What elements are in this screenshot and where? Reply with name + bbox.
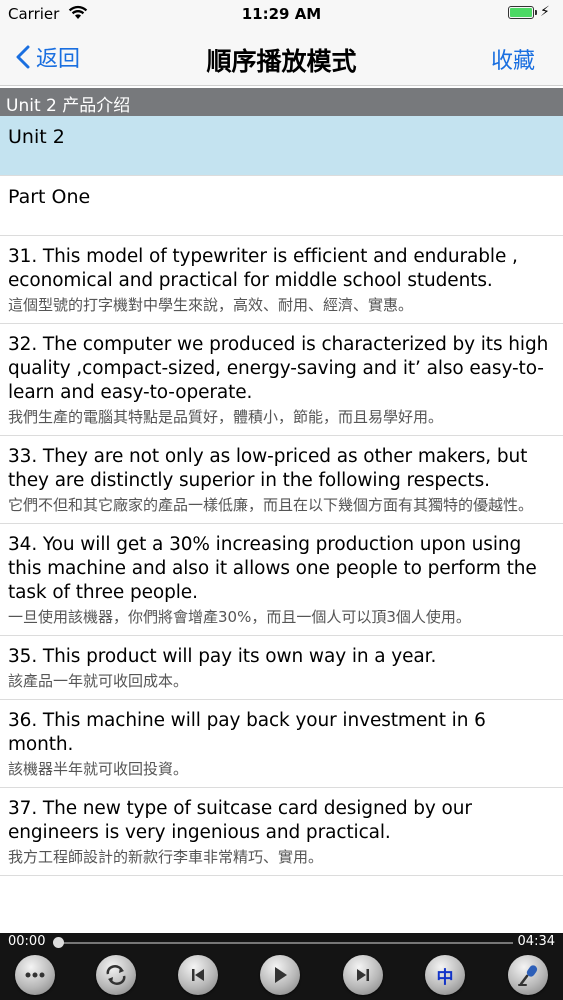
english-sentence: 37. The new type of suitcase card design… (8, 798, 472, 843)
record-button[interactable] (508, 955, 548, 995)
sentence-row[interactable]: 37. The new type of suitcase card design… (0, 788, 563, 876)
chinese-translation: 它們不但和其它廠家的產品一樣低廉，而且在以下幾個方面有其獨特的優越性。 (8, 496, 534, 514)
audio-player: 00:00 04:34 中 (0, 933, 563, 1000)
play-icon (275, 967, 287, 983)
english-sentence: 31. This model of typewriter is efficien… (8, 246, 518, 291)
chinese-translation: 該機器半年就可收回投資。 (8, 760, 189, 778)
charging-icon: ⚡ (540, 4, 550, 20)
previous-button[interactable] (178, 955, 218, 995)
section-header: Unit 2 产品介绍 (0, 88, 563, 116)
next-button[interactable] (343, 955, 383, 995)
english-sentence: 35. This product will pay its own way in… (8, 646, 437, 667)
chinese-translation: 該產品一年就可收回成本。 (8, 672, 189, 690)
play-button[interactable] (260, 955, 300, 995)
english-sentence: 33. They are not only as low-priced as o… (8, 446, 528, 491)
chinese-translation: 一旦使用該機器，你們將會增產30%，而且一個人可以頂3個人使用。 (8, 608, 471, 626)
chinese-translation: 我方工程師設計的新款行李車非常精巧、實用。 (8, 848, 324, 866)
more-icon (25, 972, 45, 978)
sentence-row[interactable]: 31. This model of typewriter is efficien… (0, 236, 563, 324)
progress-track[interactable] (58, 942, 513, 944)
list-header-item[interactable]: Part One (0, 176, 563, 236)
more-button[interactable] (15, 955, 55, 995)
sentence-row[interactable]: 33. They are not only as low-priced as o… (0, 436, 563, 524)
sentence-row[interactable]: 35. This product will pay its own way in… (0, 636, 563, 700)
battery-nub (535, 10, 537, 15)
battery-icon (508, 6, 534, 19)
loop-icon (106, 965, 126, 985)
total-time: 04:34 (517, 934, 555, 949)
sentence-row[interactable]: 34. You will get a 30% increasing produc… (0, 524, 563, 636)
row-title: Unit 2 (8, 126, 65, 148)
progress-thumb[interactable] (53, 937, 64, 948)
sentence-row[interactable]: 36. This machine will pay back your inve… (0, 700, 563, 788)
chinese-translation: 這個型號的打字機對中學生來說，高效、耐用、經濟、實惠。 (8, 296, 414, 314)
next-icon (357, 969, 369, 981)
microphone-icon (518, 965, 538, 986)
language-label: 中 (436, 967, 454, 988)
current-time: 00:00 (8, 934, 46, 949)
sentence-list[interactable]: Unit 2 Part One 31. This model of typewrit… (0, 116, 563, 933)
status-time: 11:29 AM (241, 5, 322, 23)
previous-icon (192, 969, 204, 981)
status-bar: Carrier 11:29 AM ⚡ (0, 0, 563, 30)
favorite-button[interactable]: 收藏 (491, 43, 535, 75)
row-title: Part One (8, 186, 91, 208)
english-sentence: 32. The computer we produced is characte… (8, 334, 549, 403)
english-sentence: 36. This machine will pay back your inve… (8, 710, 486, 755)
navigation-bar: 返回 順序播放模式 收藏 (0, 30, 563, 86)
sentence-row[interactable]: 32. The computer we produced is characte… (0, 324, 563, 436)
page-title: 順序播放模式 (206, 47, 357, 76)
chinese-translation: 我們生產的電腦其特點是品質好，體積小，節能，而且易學好用。 (8, 408, 444, 426)
language-toggle-button[interactable]: 中 (425, 955, 465, 995)
list-header-item[interactable]: Unit 2 (0, 116, 563, 176)
english-sentence: 34. You will get a 30% increasing produc… (8, 534, 537, 603)
loop-button[interactable] (96, 955, 136, 995)
